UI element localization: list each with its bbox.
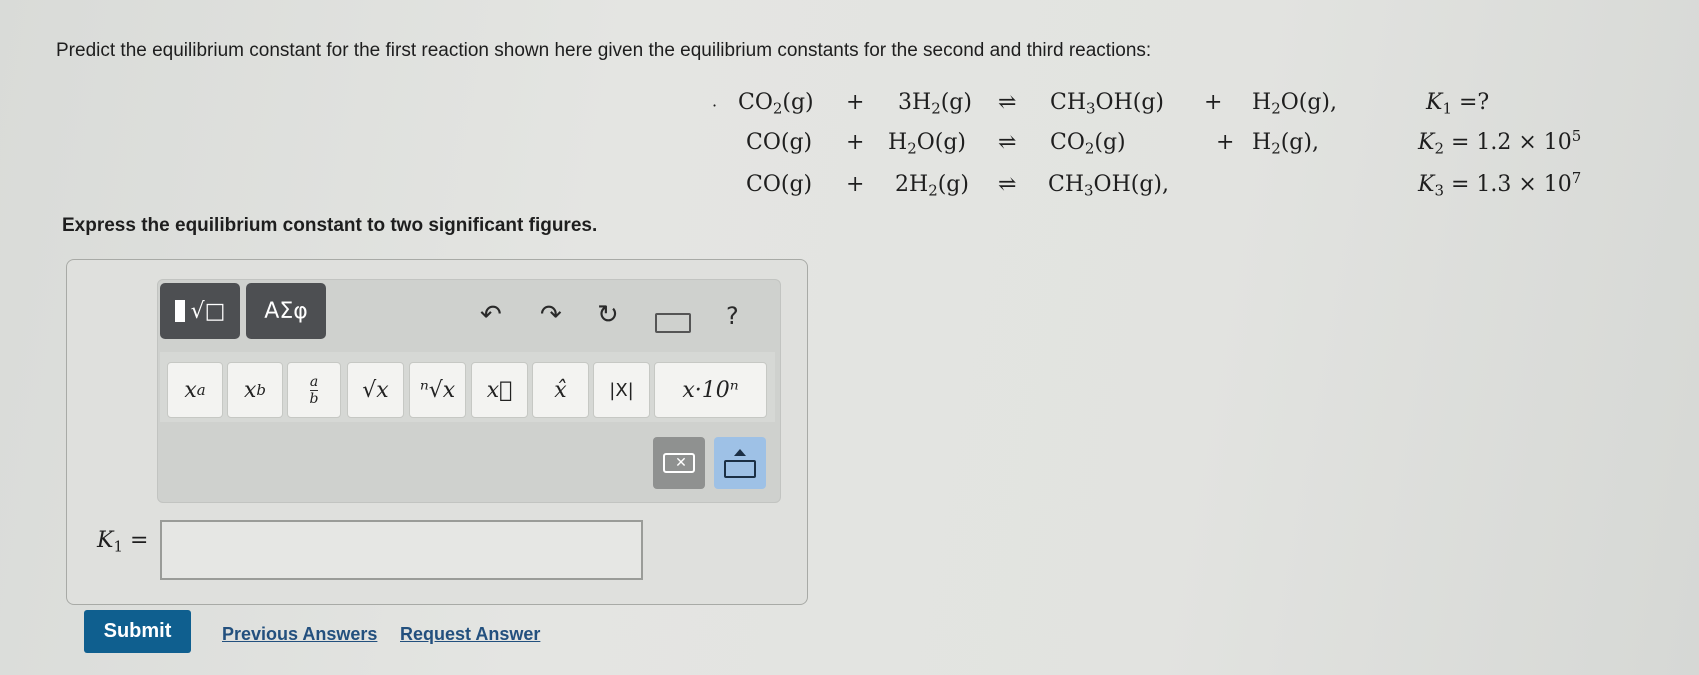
eq2-plus2: + (1216, 130, 1235, 155)
eq1-arrow: ⇌ (998, 90, 1017, 115)
eq3-plus1: + (846, 172, 865, 197)
list-bullet: · (712, 96, 718, 115)
eq2-reactant2: H2O(g) (888, 130, 966, 158)
unit-vector-button[interactable]: x̂ (532, 362, 589, 418)
delete-button[interactable]: ✕ (653, 437, 705, 489)
keyboard-icon (724, 459, 756, 478)
templates-button[interactable]: √□ (160, 283, 240, 339)
eq2-reactant1: CO(g) (746, 130, 813, 155)
absolute-value-button[interactable]: |X| (593, 362, 650, 418)
subscript-button[interactable]: xb (227, 362, 283, 418)
eq1-plus2: + (1204, 90, 1223, 115)
previous-answers-link[interactable]: Previous Answers (222, 624, 377, 645)
eq2-plus1: + (846, 130, 865, 155)
instruction-text: Express the equilibrium constant to two … (62, 215, 598, 236)
request-answer-link[interactable]: Request Answer (400, 624, 540, 645)
redo-icon[interactable]: ↷ (540, 300, 562, 330)
backspace-icon: ✕ (663, 453, 695, 473)
fraction-num: a (309, 373, 319, 391)
answer-input[interactable] (160, 520, 643, 580)
greek-label: ΑΣφ (264, 298, 308, 324)
eq2-product1: CO2(g) (1050, 130, 1126, 158)
superscript-button[interactable]: xa (167, 362, 223, 418)
eq2-arrow: ⇌ (998, 130, 1017, 155)
eq1-k: K1 =? (1426, 90, 1490, 118)
eq1-plus1: + (846, 90, 865, 115)
eq3-reactant2: 2H2(g) (895, 172, 969, 200)
submit-button[interactable]: Submit (84, 610, 191, 653)
answer-label: K1 = (97, 528, 149, 556)
template-block-icon (174, 300, 185, 322)
vector-button[interactable]: x⃗ (471, 362, 528, 418)
fraction-den: b (309, 390, 319, 407)
eq3-arrow: ⇌ (998, 172, 1017, 197)
sqrt-button[interactable]: √x (347, 362, 404, 418)
scientific-notation-button[interactable]: x·10ⁿ (654, 362, 767, 418)
eq1-reactant1: CO2(g) (738, 90, 814, 118)
template-label: √□ (190, 298, 226, 324)
reset-icon[interactable]: ↻ (597, 300, 619, 330)
eq2-product2: H2(g), (1252, 130, 1319, 158)
fraction-button[interactable]: a b (287, 362, 341, 418)
eq3-reactant1: CO(g) (746, 172, 813, 197)
eq1-product1: CH3OH(g) (1050, 90, 1165, 118)
undo-icon[interactable]: ↶ (480, 300, 502, 330)
caret-up-icon (734, 448, 746, 456)
eq3-product1: CH3OH(g), (1048, 172, 1170, 200)
eq2-k: K2 = 1.2 × 105 (1418, 126, 1582, 158)
nth-root-button[interactable]: ⁿ√x (409, 362, 466, 418)
question-prompt: Predict the equilibrium constant for the… (56, 40, 1152, 61)
eq1-reactant2: 3H2(g) (898, 90, 972, 118)
eq1-product2: H2O(g), (1252, 90, 1337, 118)
greek-symbols-button[interactable]: ΑΣφ (246, 283, 326, 339)
eq3-k: K3 = 1.3 × 107 (1418, 168, 1582, 200)
help-button[interactable]: ? (726, 302, 739, 330)
show-keyboard-button[interactable] (714, 437, 766, 489)
keyboard-icon[interactable] (655, 313, 691, 333)
